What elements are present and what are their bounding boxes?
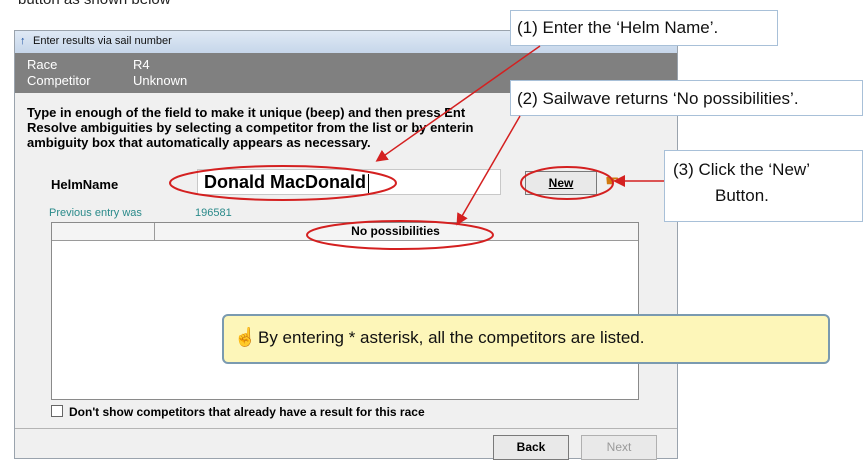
previous-entry-value: 196581 (195, 207, 232, 219)
checkbox-label: Don't show competitors that already have… (69, 405, 425, 419)
pointing-hand-icon: ☛ (605, 173, 620, 190)
competitor-list[interactable]: No possibilities (51, 222, 639, 400)
pointing-hand-icon: ☝ (234, 327, 257, 347)
list-header: No possibilities (52, 223, 638, 241)
instruction-line: Type in enough of the field to make it u… (27, 105, 466, 120)
next-button[interactable]: Next (581, 435, 657, 460)
competitor-label: Competitor (27, 73, 91, 88)
helm-name-value: Donald MacDonald (204, 172, 367, 192)
instructions: Type in enough of the field to make it u… (27, 105, 537, 150)
dont-show-competitors-checkbox[interactable]: Don't show competitors that already have… (51, 405, 425, 419)
clipped-heading-text: button as shown below (18, 0, 171, 8)
no-possibilities-header[interactable]: No possibilities (155, 223, 636, 240)
list-column-header[interactable] (52, 223, 155, 240)
callout-step1: (1) Enter the ‘Helm Name’. (510, 10, 778, 46)
tip-box: ☝ By entering * asterisk, all the compet… (222, 314, 830, 364)
callout-step3: (3) Click the ‘New’ Button. (664, 150, 863, 222)
competitor-value: Unknown (133, 73, 188, 88)
race-value: R4 (133, 57, 150, 72)
new-button-label: New (548, 176, 574, 190)
helm-name-label: HelmName (51, 177, 119, 192)
race-label: Race (27, 57, 58, 72)
instruction-line: ambiguity box that automatically appears… (27, 135, 371, 150)
sailwave-icon: ↑ (20, 35, 26, 47)
callout-step3-line2: Button. (715, 186, 769, 205)
previous-entry-label: Previous entry was (49, 207, 142, 219)
callout-step3-line1: (3) Click the ‘New’ (673, 160, 810, 179)
tip-text: By entering * asterisk, all the competit… (258, 328, 645, 347)
helm-name-input[interactable]: Donald MacDonald (197, 169, 501, 195)
new-button[interactable]: New (525, 171, 597, 195)
checkbox-box[interactable] (51, 405, 63, 417)
back-button-label: Back (516, 440, 546, 454)
text-caret (368, 173, 370, 193)
window-title: Enter results via sail number (33, 35, 172, 47)
instruction-line: Resolve ambiguities by selecting a compe… (27, 120, 474, 135)
callout-step2: (2) Sailwave returns ‘No possibilities’. (510, 80, 863, 116)
back-button[interactable]: Back (493, 435, 569, 460)
divider (15, 428, 677, 429)
next-button-label: Next (606, 440, 632, 454)
